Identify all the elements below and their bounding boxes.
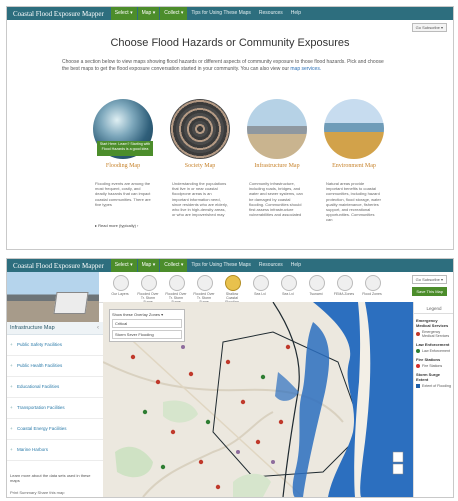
intro-body: Choose a section below to view maps show…	[62, 59, 384, 72]
app-brand[interactable]: Coastal Flood Exposure Mapper	[7, 262, 110, 270]
legend-label: Extent of Flooding	[422, 384, 451, 388]
subscribe-dropdown[interactable]: Go Subscribe ▾	[411, 275, 447, 284]
legend-item: Law Enforcement	[416, 349, 452, 353]
collapse-sidebar-icon[interactable]: ‹	[97, 322, 99, 334]
sidebar-item-public-safety[interactable]: Public Safety Facilities	[7, 335, 103, 356]
overlay-select-1[interactable]: Critical	[112, 319, 182, 328]
tool-label: FEMA Zones	[333, 292, 355, 296]
legend-swatch	[416, 332, 420, 336]
infrastructure-map-image[interactable]	[247, 99, 307, 159]
sidebar-item-educational[interactable]: Educational Facilities	[7, 377, 103, 398]
overlay-zones-control[interactable]: Show these Overlay Zones ▾ Critical Stor…	[109, 309, 185, 342]
legend-group-title: Law Enforcement	[416, 342, 450, 347]
storm-surge-tool-icon[interactable]	[197, 275, 213, 291]
overlay-select-2[interactable]: Storm Sever Flooding	[112, 330, 182, 339]
environment-map-image[interactable]	[324, 99, 384, 159]
coastal-flooding-tool-icon[interactable]	[225, 275, 241, 291]
app-brand[interactable]: Coastal Flood Exposure Mapper	[7, 10, 110, 18]
legend-swatch	[416, 384, 420, 388]
sidebar-actions[interactable]: Print Summary Share this map	[10, 490, 64, 495]
storm-surge-tool-icon[interactable]	[141, 275, 157, 291]
sea-level-tool-icon[interactable]	[281, 275, 297, 291]
nav-select[interactable]: Select ▾	[109, 7, 137, 20]
nav-help[interactable]: Help	[287, 259, 305, 272]
nav-help[interactable]: Help	[287, 7, 305, 20]
top-nav-bar: Coastal Flood Exposure Mapper Select ▾ M…	[7, 7, 453, 20]
nav-collect[interactable]: Collect ▾	[159, 259, 188, 272]
data-sets-link[interactable]: Learn more about the data sets used in t…	[10, 473, 98, 483]
society-map-image[interactable]	[170, 99, 230, 159]
nav-map[interactable]: Map ▾	[136, 259, 160, 272]
nav-select[interactable]: Select ▾	[109, 259, 137, 272]
legend-group-title: Fire Stations	[416, 357, 441, 362]
legend-item: Emergency Medical Services	[416, 330, 452, 338]
flooding-map-title[interactable]: Flooding Map	[93, 163, 153, 170]
flooding-map-description: Flooding events are among the most frequ…	[95, 181, 151, 207]
legend-label: Fire Stations	[422, 364, 443, 368]
legend-group-law: Law Enforcement Law Enforcement	[416, 342, 452, 353]
legend-group-surge: Storm Surge Extent Extent of Flooding	[416, 372, 452, 388]
tool-label: Our Layers	[111, 292, 129, 296]
infrastructure-map-title[interactable]: Infrastructure Map	[247, 163, 307, 170]
sea-level-tool-icon[interactable]	[253, 275, 269, 291]
tool-label: Sea Lvl	[282, 292, 294, 296]
save-map-button[interactable]: Save This Map	[412, 287, 447, 296]
nav-collect[interactable]: Collect ▾	[159, 7, 188, 20]
legend-swatch	[416, 364, 420, 368]
sidebar-title: Infrastructure Map ‹	[7, 322, 103, 335]
infrastructure-map-screen: Coastal Flood Exposure Mapper Select ▾ M…	[6, 258, 454, 498]
legend-panel: Legend Emergency Medical Services Emerge…	[413, 302, 453, 497]
legend-item: Extent of Flooding	[416, 384, 452, 388]
layers-tool-icon[interactable]	[113, 275, 129, 291]
nav-map[interactable]: Map ▾	[136, 7, 160, 20]
top-nav-bar: Coastal Flood Exposure Mapper Select ▾ M…	[7, 259, 453, 272]
subscribe-button[interactable]: Go Subscribe ▾	[411, 23, 447, 32]
sidebar-item-coastal-energy[interactable]: Coastal Energy Facilities	[7, 419, 103, 440]
infrastructure-photo	[7, 272, 99, 322]
tool-label: Sea Lvl	[254, 292, 266, 296]
legend-label: Emergency Medical Services	[422, 330, 450, 338]
legend-title: Legend	[414, 306, 453, 314]
fema-zones-tool-icon[interactable]	[337, 275, 353, 291]
legend-label: Law Enforcement	[422, 349, 450, 353]
legend-item: Fire Stations	[416, 364, 452, 368]
environment-map-description: Natural areas provide important benefits…	[326, 181, 381, 223]
flood-zones-tool-icon[interactable]	[365, 275, 381, 291]
overlay-zones-title: Show these Overlay Zones ▾	[112, 312, 164, 317]
legend-swatch	[416, 349, 420, 353]
sidebar-title-text: Infrastructure Map	[10, 325, 55, 331]
start-here-callout[interactable]: Start Here: Learn? Starting with Flood H…	[97, 141, 153, 156]
page-title: Choose Flood Hazards or Community Exposu…	[110, 37, 350, 49]
society-map-title[interactable]: Society Map	[170, 163, 230, 170]
infrastructure-map-description: Community infrastructure, including road…	[249, 181, 303, 218]
legend-group-title: Storm Surge Extent	[416, 372, 441, 382]
tool-label: Tsunami	[309, 292, 323, 296]
read-more-link[interactable]: ▸ Read more (typically) ›	[95, 223, 138, 228]
storm-surge-tool-icon[interactable]	[169, 275, 185, 291]
tool-label: Flood Zones	[362, 292, 382, 296]
intro-text: Choose a section below to view maps show…	[62, 59, 392, 72]
sidebar-item-marine-harbors[interactable]: Marine Harbors	[7, 440, 103, 461]
choose-maps-screen: Coastal Flood Exposure Mapper Select ▾ M…	[6, 6, 454, 250]
sidebar-item-transportation[interactable]: Transportation Facilities	[7, 398, 103, 419]
legend-group-fire: Fire Stations Fire Stations	[416, 357, 452, 368]
map-services-link[interactable]: map services.	[290, 66, 321, 72]
nav-tips[interactable]: Tips for Using These Maps	[187, 259, 254, 272]
tsunami-tool-icon[interactable]	[309, 275, 325, 291]
sidebar-item-public-health[interactable]: Public Health Facilities	[7, 356, 103, 377]
map-view[interactable]: Show these Overlay Zones ▾ Critical Stor…	[103, 302, 413, 497]
house-image	[53, 292, 89, 314]
nav-resources[interactable]: Resources	[255, 259, 287, 272]
sidebar: Infrastructure Map ‹ Public Safety Facil…	[7, 322, 104, 497]
legend-group-ems: Emergency Medical Services Emergency Med…	[416, 318, 452, 338]
nav-resources[interactable]: Resources	[255, 7, 287, 20]
environment-map-title[interactable]: Environment Map	[324, 163, 384, 170]
society-map-description: Understanding the populations that live …	[172, 181, 228, 218]
nav-tips[interactable]: Tips for Using These Maps	[187, 7, 254, 20]
legend-group-title: Emergency Medical Services	[416, 318, 449, 328]
